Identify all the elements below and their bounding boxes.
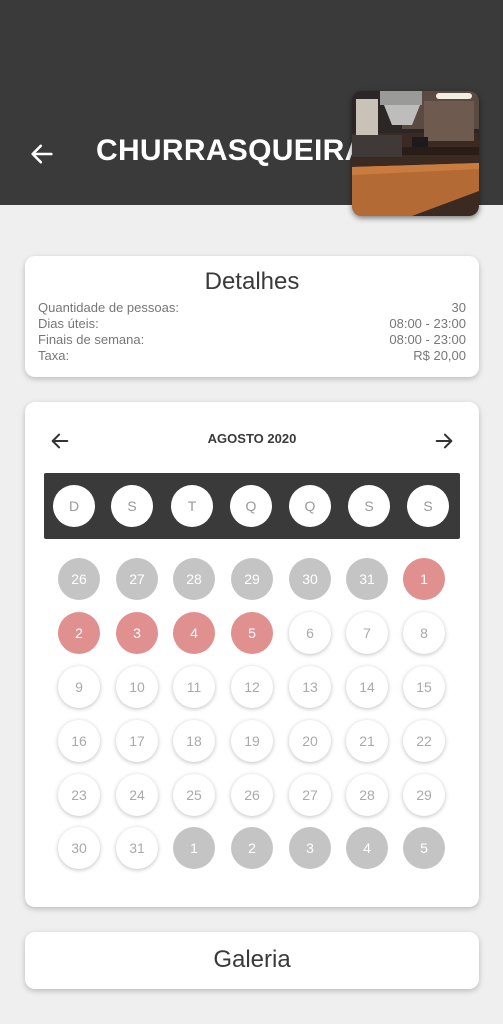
calendar-card: AGOSTO 2020 DSTQQSS 26 27 28 29 30 31 1 2 3 4 5 6 7 8… (25, 402, 479, 907)
calendar-day[interactable]: 27 (116, 558, 158, 600)
detail-value: 08:00 - 23:00 (389, 316, 466, 331)
calendar-day[interactable]: 16 (58, 720, 100, 762)
calendar-day[interactable]: 30 (289, 558, 331, 600)
weekday-header: DSTQQSS (44, 473, 460, 539)
detail-row-weekdays: Dias úteis: 08:00 - 23:00 (38, 316, 466, 332)
arrow-right-icon (435, 433, 453, 449)
calendar-day[interactable]: 1 (173, 827, 215, 869)
month-label: AGOSTO 2020 (207, 431, 297, 446)
calendar-day[interactable]: 4 (173, 612, 215, 654)
page-title: CHURRASQUEIRA (96, 134, 367, 167)
calendar-day[interactable]: 21 (346, 720, 388, 762)
detail-label: Taxa: (38, 348, 70, 363)
detail-label: Quantidade de pessoas: (38, 300, 179, 315)
weekday-label: S (407, 485, 449, 527)
calendar-day[interactable]: 8 (403, 612, 445, 654)
calendar-day[interactable]: 19 (231, 720, 273, 762)
calendar-day[interactable]: 3 (289, 827, 331, 869)
calendar-day[interactable]: 23 (58, 774, 100, 816)
details-title: Detalhes (204, 268, 300, 295)
weekday-label: D (53, 485, 95, 527)
header: CHURRASQUEIRA (0, 0, 503, 216)
calendar-day[interactable]: 25 (173, 774, 215, 816)
detail-value: 08:00 - 23:00 (389, 332, 466, 347)
weekday-label: S (348, 485, 390, 527)
barbecue-area-photo[interactable] (352, 91, 479, 216)
detail-value: R$ 20,00 (413, 348, 466, 363)
calendar-day[interactable]: 13 (289, 666, 331, 708)
calendar-day[interactable]: 27 (289, 774, 331, 816)
detail-row-fee: Taxa: R$ 20,00 (38, 348, 466, 364)
detail-value: 30 (451, 300, 466, 315)
calendar-day[interactable]: 2 (58, 612, 100, 654)
calendar-day[interactable]: 29 (403, 774, 445, 816)
details-card: Detalhes Quantidade de pessoas: 30 Dias … (25, 256, 479, 377)
weekday-label: T (171, 485, 213, 527)
calendar-day[interactable]: 24 (116, 774, 158, 816)
calendar-day[interactable]: 1 (403, 558, 445, 600)
calendar-day[interactable]: 11 (173, 666, 215, 708)
back-button[interactable] (28, 140, 56, 168)
detail-label: Dias úteis: (38, 316, 99, 331)
calendar-day[interactable]: 26 (58, 558, 100, 600)
arrow-left-icon (31, 144, 53, 164)
calendar-day[interactable]: 15 (403, 666, 445, 708)
gallery-button[interactable]: Galeria (25, 932, 479, 989)
calendar-day[interactable]: 31 (346, 558, 388, 600)
calendar-day[interactable]: 6 (289, 612, 331, 654)
calendar-day[interactable]: 3 (116, 612, 158, 654)
calendar-day[interactable]: 28 (173, 558, 215, 600)
calendar-day[interactable]: 2 (231, 827, 273, 869)
next-month-button[interactable] (433, 430, 455, 452)
calendar-day[interactable]: 4 (346, 827, 388, 869)
gallery-label: Galeria (213, 946, 291, 973)
calendar-day[interactable]: 29 (231, 558, 273, 600)
calendar-day[interactable]: 17 (116, 720, 158, 762)
calendar-day[interactable]: 7 (346, 612, 388, 654)
calendar-day[interactable]: 26 (231, 774, 273, 816)
calendar-day[interactable]: 5 (403, 827, 445, 869)
detail-row-people: Quantidade de pessoas: 30 (38, 300, 466, 316)
calendar-day[interactable]: 28 (346, 774, 388, 816)
calendar-day[interactable]: 12 (231, 666, 273, 708)
calendar-day[interactable]: 18 (173, 720, 215, 762)
calendar-day[interactable]: 5 (231, 612, 273, 654)
weekday-label: S (111, 485, 153, 527)
calendar-day[interactable]: 20 (289, 720, 331, 762)
detail-label: Finais de semana: (38, 332, 145, 347)
calendar-day[interactable]: 10 (116, 666, 158, 708)
calendar-day[interactable]: 22 (403, 720, 445, 762)
calendar-day[interactable]: 31 (116, 827, 158, 869)
calendar-day[interactable]: 9 (58, 666, 100, 708)
weekday-label: Q (230, 485, 272, 527)
weekday-label: Q (289, 485, 331, 527)
detail-row-weekends: Finais de semana: 08:00 - 23:00 (38, 332, 466, 348)
calendar-day[interactable]: 30 (58, 827, 100, 869)
calendar-day[interactable]: 14 (346, 666, 388, 708)
